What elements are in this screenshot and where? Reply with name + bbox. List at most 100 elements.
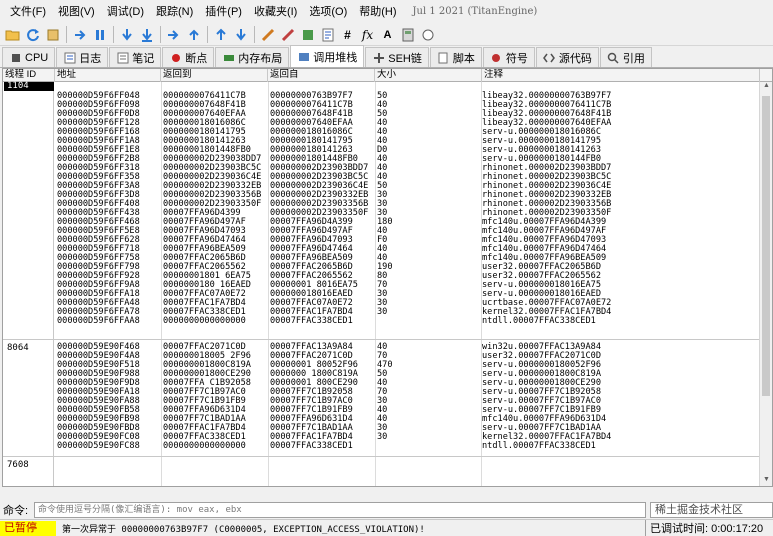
column-header-return-from[interactable]: 返回自: [268, 69, 375, 82]
call-stack-row[interactable]: 000000D59F6FF628 00007FFA96D47464 00007FFA…: [55, 236, 760, 245]
run-icon[interactable]: [70, 25, 89, 44]
column-header-comment[interactable]: 注释: [482, 69, 760, 82]
tab-symbols[interactable]: 符号: [482, 47, 535, 67]
fx-icon[interactable]: fx: [358, 25, 377, 44]
call-stack-row[interactable]: 000000D59E90FA18 00007FF7C1B97AC0 00007FF7…: [55, 388, 760, 397]
tab-memory-map[interactable]: 内存布局: [215, 47, 290, 67]
column-header-address[interactable]: 地址: [55, 69, 161, 82]
call-stack-row[interactable]: 000000D59E90FC88 0000000000000000 00007FFA…: [55, 442, 760, 451]
call-stack-row[interactable]: 000000D59F6FFAA8 0000000000000000 00007FFA…: [55, 317, 760, 326]
scylla-icon[interactable]: [278, 25, 297, 44]
trace-into-icon[interactable]: [164, 25, 183, 44]
command-default-selector[interactable]: 稀土掘金技术社区: [650, 502, 773, 518]
call-stack-row[interactable]: 000000D59F6FF048 0000000076411C7B 00000000…: [55, 92, 760, 101]
command-label: 命令:: [3, 505, 29, 517]
call-stack-row[interactable]: 000000D59E90F468 00007FFAC2071C0D 00007FFA…: [55, 343, 760, 352]
thread-id-selected[interactable]: 1104: [4, 82, 54, 91]
call-stack-row[interactable]: 000000D59F6FF168 0000000180141795 00000001…: [55, 128, 760, 137]
call-stack-row[interactable]: 000000D59F6FF928 00000001801 6EA75 00007FF…: [55, 272, 760, 281]
size-cell: 30: [377, 432, 388, 442]
tab-source[interactable]: 源代码: [535, 47, 599, 67]
call-stack-row[interactable]: 000000D59E90F9D8 00007FFA C1B92058 0000000…: [55, 379, 760, 388]
memory-map-icon: [222, 51, 235, 64]
call-stack-row[interactable]: 000000D59F6FFA78 00007FFAC338CED1 00007FFA…: [55, 308, 760, 317]
tab-notes[interactable]: 笔记: [109, 47, 162, 67]
call-stack-row[interactable]: 000000D59E90FB58 00007FFA96D631D4 00007FF7…: [55, 406, 760, 415]
call-stack-row[interactable]: 000000D59F6FF1A8 0000000180141263 00000001…: [55, 137, 760, 146]
call-stack-row[interactable]: 000000D59F6FF718 00007FFA96BEA509 00007FFA…: [55, 245, 760, 254]
call-stack-row[interactable]: 000000D59F6FF468 00007FFA96D497AF 00007FFA…: [55, 218, 760, 227]
call-stack-row[interactable]: 000000D59F6FF408 000000002D23903350F 00000…: [55, 200, 760, 209]
call-stack-row[interactable]: 000000D59F6FF1E8 00000001801448FB0 0000000…: [55, 146, 760, 155]
menu-trace[interactable]: 跟踪(N): [150, 2, 199, 22]
call-stack-row[interactable]: 000000D59F6FF128 000000018016086C 00000000…: [55, 119, 760, 128]
hash-icon[interactable]: #: [338, 25, 357, 44]
call-stack-row[interactable]: 000000D59F6FF5E8 00007FFA96D47093 00007FFA…: [55, 227, 760, 236]
menu-plugins[interactable]: 插件(P): [199, 2, 248, 22]
tab-script[interactable]: 脚本: [429, 47, 482, 67]
call-stack-row[interactable]: 000000D59F6FF358 000000002D239036C4E 00000…: [55, 173, 760, 182]
menu-help[interactable]: 帮助(H): [353, 2, 402, 22]
menu-options[interactable]: 选项(O): [303, 2, 353, 22]
thread-id-label[interactable]: 7608: [7, 460, 29, 470]
tab-label: 断点: [185, 52, 208, 65]
column-header-return-to[interactable]: 返回到: [161, 69, 268, 82]
open-folder-icon[interactable]: [3, 25, 22, 44]
call-stack-row[interactable]: 000000D59E90FC08 00007FFAC338CED1 00007FFA…: [55, 433, 760, 442]
pause-icon[interactable]: [90, 25, 109, 44]
tab-references[interactable]: 引用: [599, 47, 652, 67]
thread-id-label[interactable]: 8064: [7, 343, 29, 353]
call-stack-row[interactable]: 000000D59F6FF438 00007FFA96D4399 000000002…: [55, 209, 760, 218]
command-input[interactable]: 命令使用逗号分隔(像汇编语言): mov eax, ebx: [34, 502, 646, 518]
tab-call-stack[interactable]: 调用堆栈: [290, 45, 365, 67]
call-stack-grid[interactable]: 线程 ID 地址 返回到 返回自 大小 注释 1104 000000D59F6F…: [2, 68, 773, 487]
call-stack-row[interactable]: 000000D59F6FF798 00007FFAC2065562 00007FFA…: [55, 263, 760, 272]
call-stack-row[interactable]: 000000D59E90FB98 00007FF7C1BAD1AA 00007FFA…: [55, 415, 760, 424]
restart-icon[interactable]: [23, 25, 42, 44]
menu-debug[interactable]: 调试(D): [101, 2, 150, 22]
close-icon[interactable]: [43, 25, 62, 44]
scroll-down-icon[interactable]: ▼: [760, 476, 772, 486]
run-to-user-code-icon[interactable]: [231, 25, 250, 44]
vertical-scrollbar[interactable]: ▲ ▼: [759, 82, 772, 486]
tab-cpu[interactable]: CPU: [2, 47, 56, 67]
tab-log[interactable]: 日志: [56, 47, 109, 67]
tab-breakpoints[interactable]: 断点: [162, 47, 215, 67]
call-stack-row[interactable]: 000000D59F6FF2B8 000000002D239038DD7 00000…: [55, 155, 760, 164]
scrollbar-thumb[interactable]: [762, 96, 770, 396]
call-stack-row[interactable]: 000000D59E90FBD8 00007FFAC1FA7BD4 00007FF7…: [55, 424, 760, 433]
ghost-icon[interactable]: [418, 25, 437, 44]
call-stack-row[interactable]: 000000D59E90F4A8 000000018005 2F96 00007FF…: [55, 352, 760, 361]
call-stack-row[interactable]: 000000D59F6FF0D8 000000007640EFAA 00000000…: [55, 110, 760, 119]
menu-bar: 文件(F) 视图(V) 调试(D) 跟踪(N) 插件(P) 收藏夹(I) 选项(…: [0, 0, 773, 24]
note-icon[interactable]: [298, 25, 317, 44]
animate-icon[interactable]: [258, 25, 277, 44]
font-icon[interactable]: A: [378, 25, 397, 44]
call-stack-row[interactable]: 000000D59F6FFA48 00007FFAC1FA7BD4 00007FFA…: [55, 299, 760, 308]
menu-file[interactable]: 文件(F): [4, 2, 52, 22]
tab-label: CPU: [25, 51, 49, 64]
execute-till-return-icon[interactable]: [211, 25, 230, 44]
source-icon: [543, 51, 556, 64]
call-stack-row[interactable]: 000000D59F6FF318 000000002D23903BC5C 00000…: [55, 164, 760, 173]
step-over-icon[interactable]: [137, 25, 156, 44]
call-stack-row[interactable]: 000000D59F6FF3D8 000000002D23903356B 00000…: [55, 191, 760, 200]
call-stack-row[interactable]: 000000D59F6FF758 00007FFAC2065B6D 00007FFA…: [55, 254, 760, 263]
menu-favourites[interactable]: 收藏夹(I): [248, 2, 303, 22]
return-from-cell: 00007FFAC338CED1: [270, 316, 353, 326]
calculator-icon[interactable]: [398, 25, 417, 44]
menu-view[interactable]: 视图(V): [52, 2, 101, 22]
call-stack-row[interactable]: 000000D59E90F988 000000001800CE290 0000000…: [55, 370, 760, 379]
call-stack-row[interactable]: 000000D59E90FA88 00007FF7C1B91FB9 00007FF7…: [55, 397, 760, 406]
step-into-icon[interactable]: [117, 25, 136, 44]
scroll-up-icon[interactable]: ▲: [760, 82, 772, 94]
call-stack-row[interactable]: 000000D59F6FF9A8 0000000180 16EAED 0000000…: [55, 281, 760, 290]
find-pattern-icon[interactable]: [318, 25, 337, 44]
trace-over-icon[interactable]: [184, 25, 203, 44]
tab-seh[interactable]: SEH链: [365, 47, 429, 67]
column-header-size[interactable]: 大小: [375, 69, 482, 82]
call-stack-row[interactable]: 000000D59E90F518 000000001800C819A 0000000…: [55, 361, 760, 370]
call-stack-row[interactable]: 000000D59F6FF098 000000007648F41B 00000000…: [55, 101, 760, 110]
call-stack-row[interactable]: 000000D59F6FFA18 00007FFAC07A0E72 00000001…: [55, 290, 760, 299]
call-stack-row[interactable]: 000000D59F6FF3A8 000000002D2390332EB 00000…: [55, 182, 760, 191]
